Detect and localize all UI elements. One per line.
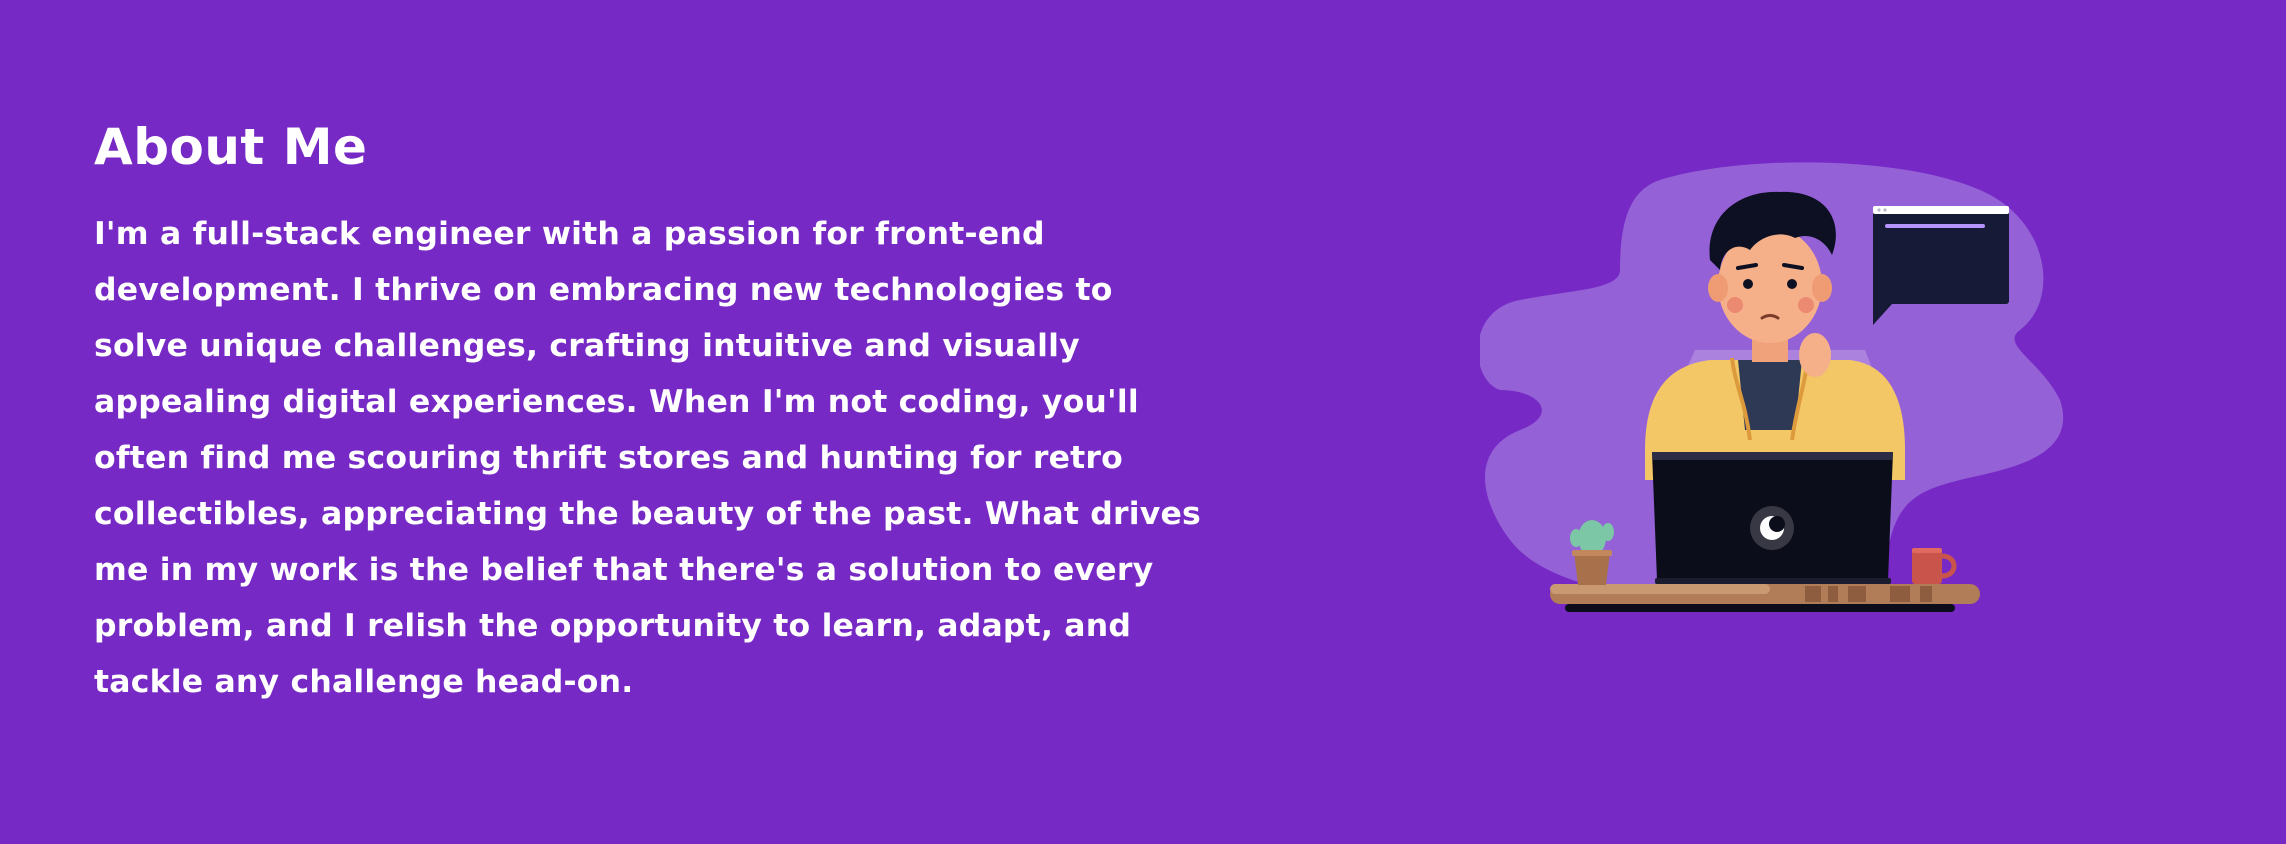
desk: [1550, 584, 1980, 612]
about-description: I'm a full-stack engineer with a passion…: [94, 216, 1201, 700]
laptop-icon: [1652, 452, 1893, 584]
coffee-mug-icon: [1912, 548, 1957, 584]
about-section: About Me I'm a full-stack engineer with …: [0, 0, 2286, 844]
developer-illustration: [1480, 162, 2063, 612]
about-title: About Me: [94, 118, 368, 176]
about-text-column: About Me I'm a full-stack engineer with …: [94, 112, 1224, 710]
